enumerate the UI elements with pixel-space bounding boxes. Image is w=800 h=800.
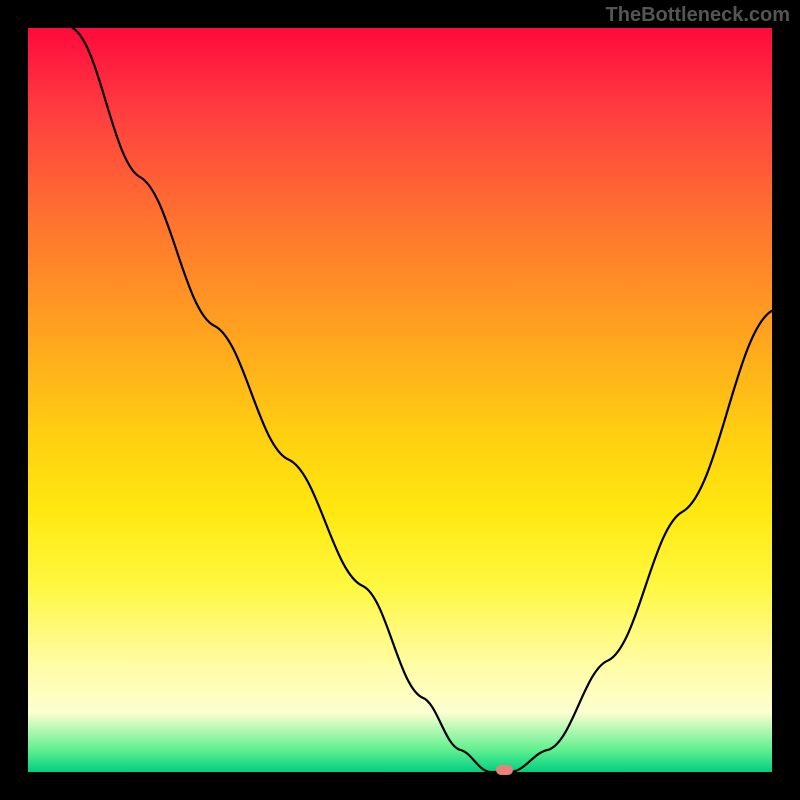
frame-right [772,0,800,800]
watermark: TheBottleneck.com [606,4,790,27]
optimal-point-marker [496,765,513,775]
frame-bottom [0,772,800,800]
bottleneck-curve [28,28,772,772]
chart-container: TheBottleneck.com [0,0,800,800]
frame-left [0,0,28,800]
